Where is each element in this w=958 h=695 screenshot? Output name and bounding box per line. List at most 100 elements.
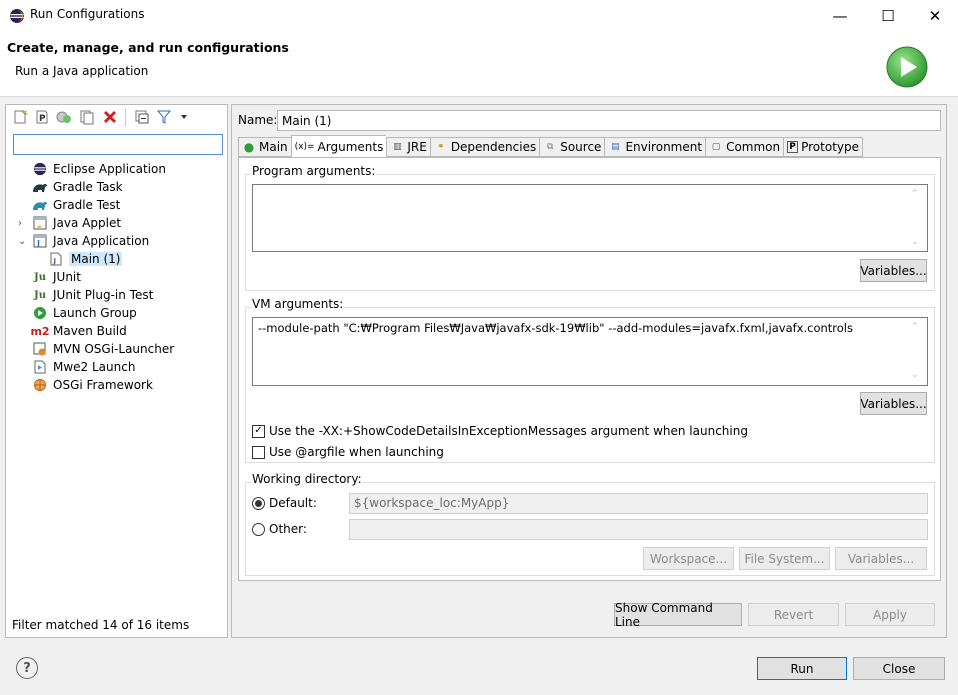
tree-item-launch-group[interactable]: Launch Group [32, 304, 137, 322]
filter-input[interactable] [13, 134, 223, 155]
tab-label: Source [560, 140, 602, 154]
config-name-input[interactable] [277, 110, 941, 131]
tab-label: Common [726, 140, 781, 154]
default-radio[interactable]: Default: [252, 496, 317, 510]
tab-label: Arguments [317, 139, 384, 154]
new-config-icon[interactable] [12, 109, 28, 125]
mwe2-icon [32, 359, 48, 375]
tab-label: Environment [625, 140, 703, 154]
collapse-all-icon[interactable] [134, 109, 150, 125]
java-file-icon: J [48, 251, 64, 267]
launch-group-icon [32, 305, 48, 321]
view-menu-icon[interactable] [176, 109, 192, 125]
dialog-header: Create, manage, and run configurations R… [0, 31, 958, 97]
show-command-line-button[interactable]: Show Command Line [614, 601, 742, 629]
program-variables-button[interactable]: Variables... [860, 259, 927, 282]
show-code-details-label: Use the -XX:+ShowCodeDetailsInExceptionM… [269, 424, 748, 438]
scroll-down-icon[interactable]: ⌄ [911, 237, 937, 247]
name-label: Name: [238, 113, 278, 127]
tree-item-gradle-test[interactable]: Gradle Test [32, 196, 120, 214]
gradle-test-icon [32, 197, 48, 213]
filter-icon[interactable] [156, 109, 172, 125]
arguments-tab-icon: (x)= [294, 141, 315, 152]
revert-button[interactable]: Revert [748, 603, 839, 626]
tree-item-label: Gradle Test [53, 198, 121, 212]
tree-item-maven-build[interactable]: m2 Maven Build [30, 322, 127, 340]
scroll-up-icon[interactable]: ⌃ [911, 322, 937, 332]
argfile-label: Use @argfile when launching [269, 445, 444, 459]
toolbar-separator [125, 108, 126, 126]
osgi-launcher-icon [32, 341, 48, 357]
tree-item-junit[interactable]: Ju JUnit [32, 268, 81, 286]
title-bar: Run Configurations — ☐ ✕ [0, 0, 958, 31]
tree-item-eclipse-application[interactable]: Eclipse Application [32, 160, 166, 178]
tab-jre[interactable]: ▥ JRE [386, 137, 430, 157]
svg-text:J: J [53, 257, 57, 265]
tree-item-mwe2-launch[interactable]: Mwe2 Launch [32, 358, 135, 376]
dependencies-tab-icon: ⚭ [437, 142, 445, 152]
tree-item-gradle-task[interactable]: Gradle Task [32, 178, 123, 196]
tab-dependencies[interactable]: ⚭ Dependencies [429, 137, 540, 157]
tab-environment[interactable]: ▤ Environment [604, 137, 706, 157]
main-tab-icon: ● [243, 140, 255, 154]
tree-item-mvn-osgi-launcher[interactable]: MVN OSGi-Launcher [32, 340, 174, 358]
close-window-button[interactable]: ✕ [912, 0, 958, 31]
tab-label: Prototype [801, 140, 859, 154]
close-button[interactable]: Close [853, 657, 945, 680]
eclipse-icon [10, 9, 24, 23]
export-icon[interactable] [56, 109, 72, 125]
tree-item-label: Maven Build [53, 324, 127, 338]
junit-plugin-icon: Ju [33, 289, 46, 301]
vm-variables-button[interactable]: Variables... [860, 392, 927, 415]
scroll-up-icon[interactable]: ⌃ [911, 189, 937, 199]
other-radio[interactable]: Other: [252, 522, 307, 536]
delete-icon[interactable] [102, 109, 118, 125]
tab-prototype[interactable]: P Prototype [783, 137, 863, 157]
program-arguments-textarea[interactable] [252, 184, 928, 252]
tree-item-main-1[interactable]: J Main (1) [48, 250, 123, 268]
show-code-details-checkbox[interactable]: ✓ Use the -XX:+ShowCodeDetailsInExceptio… [252, 424, 748, 438]
duplicate-icon[interactable] [79, 109, 95, 125]
eclipse-icon [32, 161, 48, 177]
wd-variables-button[interactable]: Variables... [835, 547, 927, 570]
tab-source[interactable]: ⧉ Source [539, 137, 605, 157]
run-button[interactable]: Run [757, 657, 847, 680]
workspace-button[interactable]: Workspace... [643, 547, 734, 570]
new-prototype-icon[interactable]: P [34, 109, 50, 125]
maven-icon: m2 [30, 324, 50, 338]
argfile-checkbox[interactable]: Use @argfile when launching [252, 445, 444, 459]
svg-text:☕: ☕ [36, 222, 42, 230]
applet-icon: ☕ [32, 215, 48, 231]
maximize-button[interactable]: ☐ [865, 0, 911, 31]
apply-button[interactable]: Apply [845, 603, 935, 626]
svg-text:P: P [39, 114, 46, 124]
java-app-icon: J [32, 233, 48, 249]
file-system-button[interactable]: File System... [739, 547, 830, 570]
tab-arguments[interactable]: (x)= Arguments [290, 135, 387, 157]
config-list-panel: P Eclipse Application Gradle Task Gradle… [5, 104, 228, 638]
jre-tab-icon: ▥ [393, 142, 402, 152]
tree-item-java-applet[interactable]: ☕ Java Applet [32, 214, 121, 232]
tree-item-junit-plugin-test[interactable]: Ju JUnit Plug-in Test [32, 286, 153, 304]
program-arguments-label: Program arguments: [251, 164, 377, 178]
chevron-down-icon[interactable]: ⌄ [18, 236, 28, 247]
checkbox-checked-icon: ✓ [252, 424, 265, 438]
arguments-tab-content: Program arguments: ⌃ ⌄ Variables... VM a… [238, 157, 941, 581]
tab-label: Dependencies [450, 140, 537, 154]
tree-item-label: Main (1) [69, 252, 123, 266]
chevron-right-icon[interactable]: › [18, 218, 28, 229]
tab-main[interactable]: ● Main [238, 137, 291, 157]
minimize-button[interactable]: — [817, 0, 863, 31]
tree-item-label: Launch Group [53, 306, 137, 320]
config-tabs: ● Main (x)= Arguments ▥ JRE ⚭ Dependencies ⧉… [238, 135, 863, 157]
tab-common[interactable]: ▢ Common [705, 137, 784, 157]
tree-item-osgi-framework[interactable]: OSGi Framework [32, 376, 153, 394]
default-directory-field: ${workspace_loc:MyApp} [349, 493, 928, 514]
tree-item-label: JUnit Plug-in Test [53, 288, 154, 302]
config-toolbar: P [6, 105, 227, 131]
scroll-down-icon[interactable]: ⌄ [911, 370, 937, 380]
vm-arguments-textarea[interactable]: --module-path "C:₩Program Files₩Java₩jav… [252, 317, 928, 386]
tree-item-java-application[interactable]: J Java Application [32, 232, 149, 250]
tree-item-label: Mwe2 Launch [53, 360, 136, 374]
help-icon[interactable]: ? [16, 657, 38, 679]
